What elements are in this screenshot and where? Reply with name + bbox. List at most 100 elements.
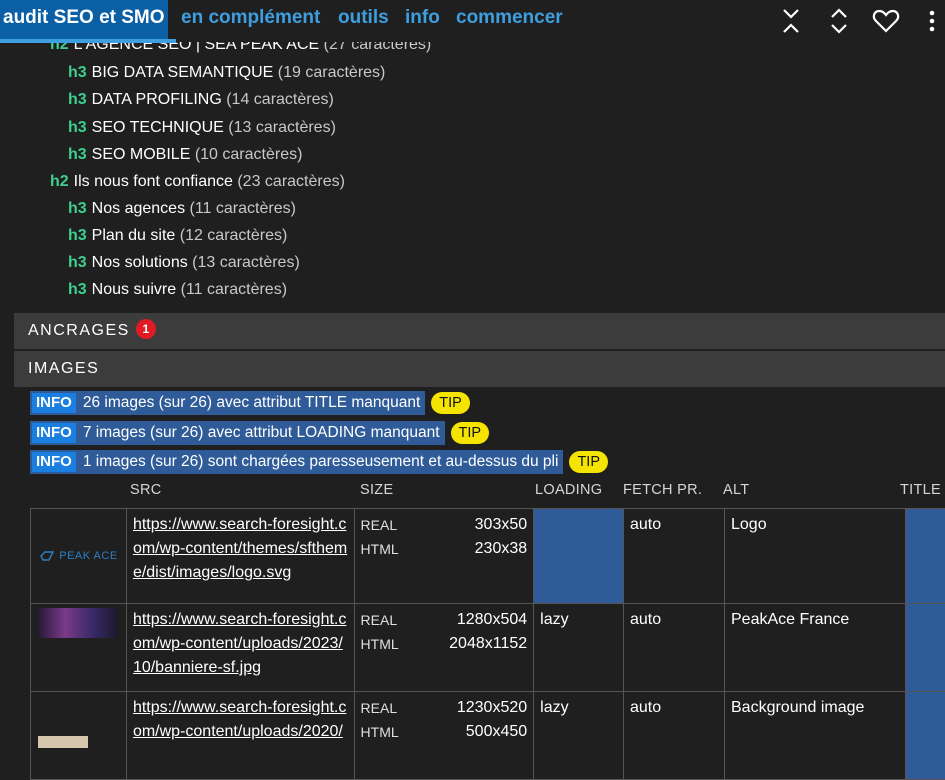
heading-row: h3 BIG DATA SEMANTIQUE (19 caractères) [68,64,385,82]
heading-level: h3 [68,200,87,217]
heading-level: h3 [68,119,87,136]
top-nav: audit SEO et SMO en complément outils in… [0,0,945,42]
size-label-real: REAL [361,608,398,632]
heading-text: BIG DATA SEMANTIQUE [92,64,274,81]
fetch-priority-cell: auto [623,604,724,692]
heading-char-count: (12 caractères) [180,227,288,244]
alert-count-badge: 1 [136,319,156,339]
heading-text: Nous suivre [92,281,176,298]
size-label-html: HTML [361,720,399,744]
banner-image [39,608,118,638]
size-cell: REAL1230x520 HTML500x450 [354,692,534,780]
section-title: IMAGES [28,360,99,377]
info-text: 1 images (sur 26) sont chargées paresseu… [83,453,559,470]
section-images[interactable]: IMAGES [14,351,945,387]
size-real-value: 1230x520 [457,696,527,720]
heart-icon[interactable] [871,6,901,36]
size-cell: REAL 1280x504 HTML 2048x1152 [354,604,534,692]
heading-text: DATA PROFILING [92,91,222,108]
heading-char-count: (19 caractères) [278,64,386,81]
size-label-html: HTML [361,537,399,561]
active-tab-indicator [0,39,176,43]
table-row: https://www.search-foresight.com/wp-cont… [31,604,945,692]
image-thumbnail [31,604,127,692]
tab-commencer[interactable]: commencer [456,0,563,42]
heading-char-count: (11 caractères) [190,200,296,217]
peak-ace-logo: PEAK ACE [37,513,120,599]
size-label-html: HTML [361,632,399,656]
heading-text: SEO TECHNIQUE [92,119,224,136]
info-text: 7 images (sur 26) avec attribut LOADING … [83,424,440,441]
title-cell [905,692,945,780]
heading-row: h3 SEO MOBILE (10 caractères) [68,146,302,164]
heading-text: SEO MOBILE [92,146,191,163]
more-vertical-icon[interactable] [920,6,944,36]
title-cell [905,509,945,604]
heading-text: Plan du site [92,227,176,244]
info-message: INFO 26 images (sur 26) avec attribut TIT… [30,391,470,415]
heading-text: Nos solutions [92,254,188,271]
size-html-value: 500x450 [466,720,527,744]
collapse-icon[interactable] [776,6,806,36]
table-row: https://www.search-foresight.com/wp-cont… [31,692,945,780]
tip-button[interactable]: TIP [569,451,608,473]
heading-row: h3 Nos agences (11 caractères) [68,200,296,218]
image-src-link[interactable]: https://www.search-foresight.com/wp-cont… [133,699,346,740]
heading-level: h3 [68,281,87,298]
tab-info[interactable]: info [405,0,440,42]
column-header-title[interactable]: TITLE [900,482,941,498]
heading-level: h3 [68,91,87,108]
heading-text: Ils nous font confiance [74,173,233,190]
section-title: ANCRAGES [28,322,130,339]
column-header-alt[interactable]: ALT [723,482,749,498]
heading-row: h3DATA PROFILING (14 caractères) [68,91,334,109]
tip-button[interactable]: TIP [431,392,470,414]
image-thumbnail [31,692,127,780]
column-header-loading[interactable]: LOADING [535,482,602,498]
heading-row: h2Ils nous font confiance (23 caractères… [50,173,345,191]
image-src-link[interactable]: https://www.search-foresight.com/wp-cont… [133,516,347,581]
alt-cell: PeakAce France [725,604,906,692]
image-thumbnail: PEAK ACE [31,509,127,604]
column-header-size[interactable]: SIZE [360,482,393,498]
info-message: INFO 1 images (sur 26) sont chargées pare… [30,450,608,474]
tip-button[interactable]: TIP [451,422,490,444]
info-tag: INFO [32,393,76,413]
fetch-priority-cell: auto [623,509,724,604]
image-src-link[interactable]: https://www.search-foresight.com/wp-cont… [133,611,346,676]
table-row: PEAK ACE https://www.search-foresight.co… [31,509,945,604]
info-message: INFO7 images (sur 26) avec attribut LOAD… [30,421,489,445]
images-table: PEAK ACE https://www.search-foresight.co… [30,508,945,780]
fetch-priority-cell: auto [623,692,724,780]
heading-char-count: (13 caractères) [228,119,336,136]
section-ancrages[interactable]: ANCRAGES 1 [14,313,945,349]
heading-row: h3 Nos solutions (13 caractères) [68,254,300,272]
heading-char-count: (13 caractères) [192,254,300,271]
heading-level: h3 [68,146,87,163]
heading-level: h3 [68,254,87,271]
background-image [38,736,88,748]
loading-cell: lazy [534,692,624,780]
column-header-fetch-priority[interactable]: FETCH PR. [623,482,702,498]
heading-row: h3Plan du site (12 caractères) [68,227,287,245]
tab-audit-seo-smo[interactable]: audit SEO et SMO [0,0,168,42]
alt-cell: Logo [725,509,906,604]
alt-cell: Background image [725,692,906,780]
heading-level: h3 [68,64,87,81]
loading-cell [534,509,624,604]
expand-icon[interactable] [824,6,854,36]
heading-char-count: (11 caractères) [181,281,287,298]
heading-level: h2 [50,173,69,190]
size-label-real: REAL [361,513,398,537]
info-text: 26 images (sur 26) avec attribut TITLE m… [83,394,420,411]
size-real-value: 303x50 [475,513,528,537]
tab-outils[interactable]: outils [338,0,389,42]
size-real-value: 1280x504 [457,608,527,632]
size-html-value: 2048x1152 [449,632,527,656]
column-header-src[interactable]: SRC [130,482,162,498]
tab-en-complement[interactable]: en complément [181,0,320,42]
info-tag: INFO [32,452,76,472]
heading-char-count: (10 caractères) [195,146,303,163]
heading-text: Nos agences [92,200,185,217]
heading-row: h3 Nous suivre (11 caractères) [68,281,287,299]
